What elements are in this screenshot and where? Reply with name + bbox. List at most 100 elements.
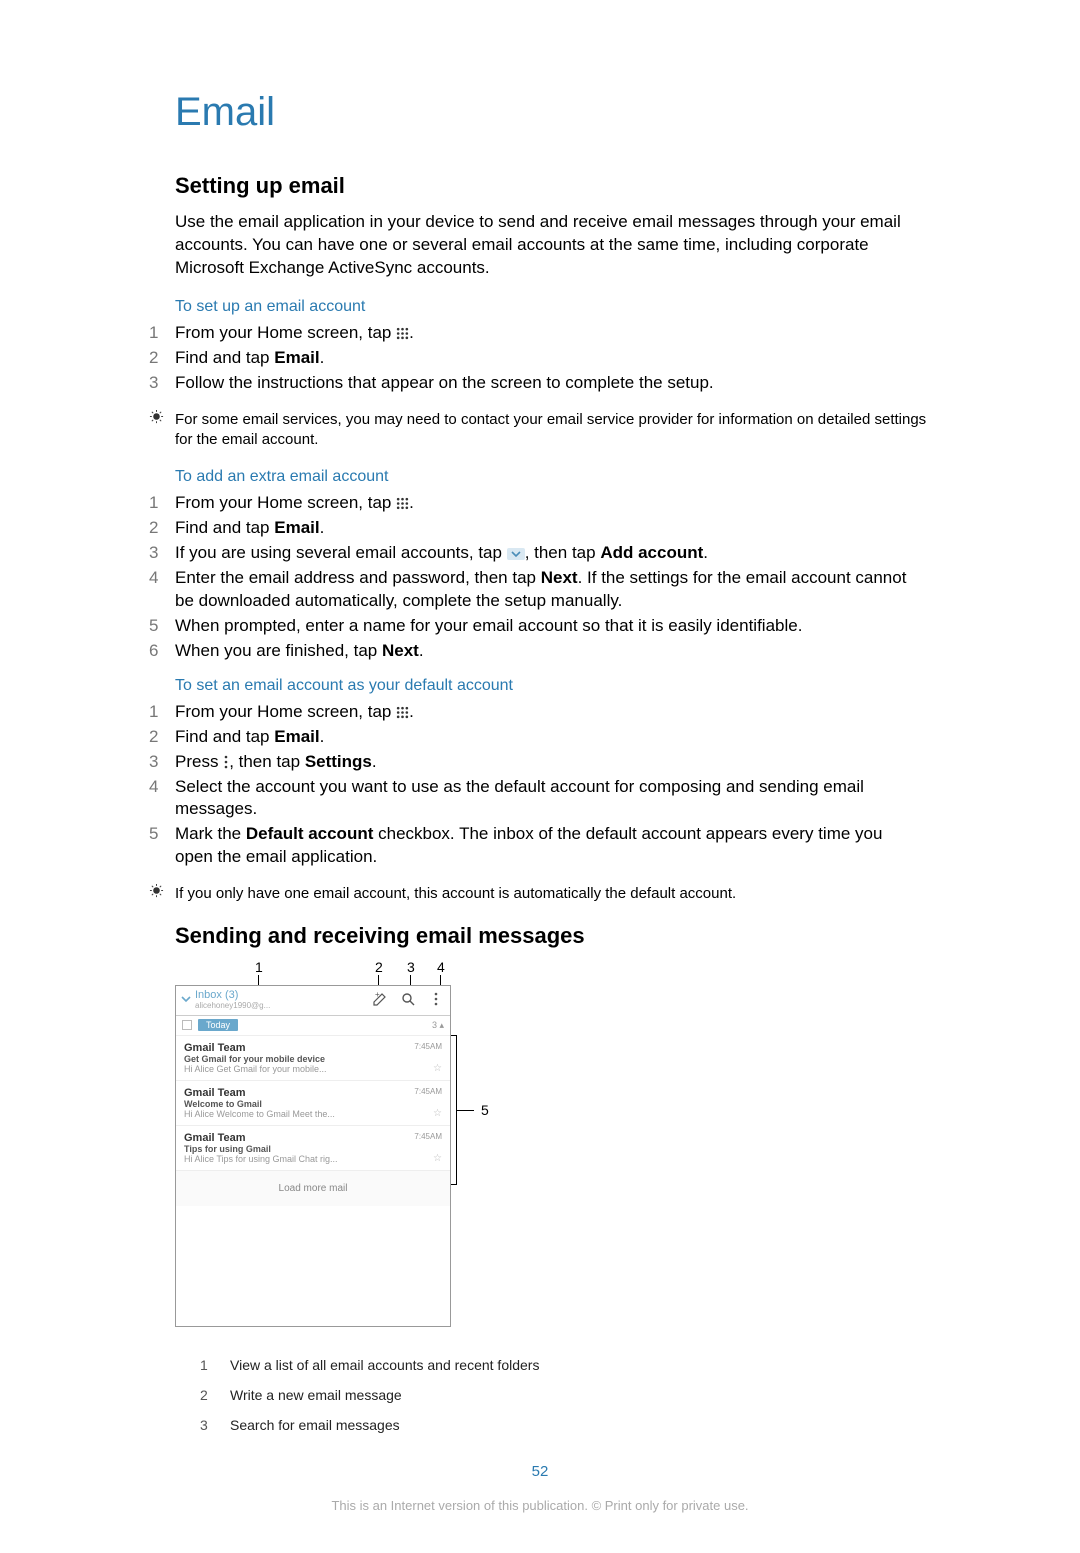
- email-time: 7:45AM: [414, 1042, 442, 1051]
- page-title: Email: [175, 90, 960, 135]
- email-time: 7:45AM: [414, 1132, 442, 1141]
- step-text: When prompted, enter a name for your ema…: [175, 615, 907, 638]
- step: 2 Find and tap Email.: [147, 517, 907, 540]
- step: 3 Follow the instructions that appear on…: [147, 372, 907, 395]
- sub2: To add an extra email account: [175, 468, 960, 486]
- email-from: Gmail Team: [184, 1132, 442, 1144]
- sending-heading: Sending and receiving email messages: [175, 923, 960, 949]
- overflow-button[interactable]: [422, 991, 450, 1010]
- legend-table: 1 View a list of all email accounts and …: [200, 1357, 960, 1433]
- step: 5 Mark the Default account checkbox. The…: [147, 823, 907, 869]
- side-callout-5: 5: [451, 1035, 489, 1185]
- setup-heading: Setting up email: [175, 173, 960, 199]
- load-more-button[interactable]: Load more mail: [176, 1171, 450, 1206]
- sub1-steps: 1 From your Home screen, tap . 2 Find an…: [147, 322, 907, 395]
- step: 1 From your Home screen, tap .: [147, 701, 907, 724]
- sub3: To set an email account as your default …: [175, 677, 960, 695]
- search-button[interactable]: [394, 991, 422, 1010]
- today-chip: Today: [198, 1019, 238, 1031]
- phone-with-callouts: 1 2 3 4 Inbox (3) alicehoney1990@g...: [175, 961, 451, 1327]
- email-subject: Get Gmail for your mobile device: [184, 1054, 442, 1064]
- sub3-title: To set an email account as your default …: [175, 677, 960, 695]
- step: 4 Select the account you want to use as …: [147, 776, 907, 822]
- step-num: 5: [147, 823, 175, 846]
- step-text: When you are finished, tap Next.: [175, 640, 907, 663]
- email-item[interactable]: Gmail Team Welcome to Gmail Hi Alice Wel…: [176, 1081, 450, 1126]
- account-text: Inbox (3) alicehoney1990@g...: [195, 990, 270, 1010]
- email-preview: Hi Alice Welcome to Gmail Meet the...: [184, 1109, 442, 1119]
- figure: 1 2 3 4 Inbox (3) alicehoney1990@g...: [175, 961, 960, 1327]
- tip-text: If you only have one email account, this…: [175, 883, 927, 904]
- legend-text: View a list of all email accounts and re…: [230, 1357, 539, 1373]
- callout-2: 2: [375, 959, 383, 975]
- compose-button[interactable]: +: [366, 991, 394, 1010]
- legend-num: 3: [200, 1417, 230, 1433]
- callout-5: 5: [481, 1102, 489, 1118]
- step-text: Find and tap Email.: [175, 517, 907, 540]
- setup-intro: Use the email application in your device…: [175, 211, 915, 280]
- step-num: 1: [147, 492, 175, 515]
- email-subject: Tips for using Gmail: [184, 1144, 442, 1154]
- star-icon[interactable]: ☆: [433, 1153, 442, 1164]
- legend-row: 2 Write a new email message: [200, 1387, 960, 1403]
- email-from: Gmail Team: [184, 1042, 442, 1054]
- step-text: Press , then tap Settings.: [175, 751, 907, 774]
- tip: If you only have one email account, this…: [147, 883, 927, 904]
- tip: For some email services, you may need to…: [147, 409, 927, 451]
- page: Email Setting up email Use the email app…: [0, 0, 1080, 1553]
- step-num: 1: [147, 322, 175, 345]
- account-sub: alicehoney1990@g...: [195, 1001, 270, 1010]
- email-subject: Welcome to Gmail: [184, 1099, 442, 1109]
- section-setup: Setting up email Use the email applicati…: [175, 173, 960, 316]
- section-sending: Sending and receiving email messages: [175, 923, 960, 949]
- step-num: 4: [147, 567, 175, 590]
- select-all-checkbox[interactable]: [182, 1020, 192, 1030]
- tip-bulb-icon: [147, 409, 175, 429]
- step-num: 3: [147, 372, 175, 395]
- legend-num: 1: [200, 1357, 230, 1373]
- step-text: Find and tap Email.: [175, 347, 907, 370]
- sub1-title: To set up an email account: [175, 298, 960, 316]
- email-item[interactable]: Gmail Team Tips for using Gmail Hi Alice…: [176, 1126, 450, 1171]
- email-from: Gmail Team: [184, 1087, 442, 1099]
- callout-4: 4: [437, 959, 445, 975]
- inbox-dropdown-icon: [507, 543, 525, 562]
- account-dropdown[interactable]: Inbox (3) alicehoney1990@g...: [176, 990, 366, 1010]
- step: 6 When you are finished, tap Next.: [147, 640, 907, 663]
- legend-text: Search for email messages: [230, 1417, 400, 1433]
- step-num: 4: [147, 776, 175, 799]
- legend-row: 3 Search for email messages: [200, 1417, 960, 1433]
- step-text: Find and tap Email.: [175, 726, 907, 749]
- step-num: 1: [147, 701, 175, 724]
- step-num: 5: [147, 615, 175, 638]
- step: 2 Find and tap Email.: [147, 726, 907, 749]
- legend-num: 2: [200, 1387, 230, 1403]
- step-text: Select the account you want to use as th…: [175, 776, 907, 822]
- step-text: Follow the instructions that appear on t…: [175, 372, 907, 395]
- step-text: From your Home screen, tap .: [175, 701, 907, 724]
- step: 3 If you are using several email account…: [147, 542, 907, 565]
- star-icon[interactable]: ☆: [433, 1108, 442, 1119]
- step-text: Mark the Default account checkbox. The i…: [175, 823, 907, 869]
- step: 2 Find and tap Email.: [147, 347, 907, 370]
- step: 1 From your Home screen, tap .: [147, 322, 907, 345]
- sub3-steps: 1 From your Home screen, tap . 2 Find an…: [147, 701, 907, 870]
- step: 5 When prompted, enter a name for your e…: [147, 615, 907, 638]
- app-grid-icon: [396, 702, 409, 721]
- step: 3 Press , then tap Settings.: [147, 751, 907, 774]
- disclaimer: This is an Internet version of this publ…: [120, 1498, 960, 1513]
- star-icon[interactable]: ☆: [433, 1063, 442, 1074]
- page-number: 52: [120, 1463, 960, 1480]
- step-num: 6: [147, 640, 175, 663]
- top-callouts: 1 2 3 4: [175, 961, 451, 985]
- sub2-steps: 1 From your Home screen, tap . 2 Find an…: [147, 492, 907, 663]
- step-text: From your Home screen, tap .: [175, 322, 907, 345]
- email-preview: Hi Alice Tips for using Gmail Chat rig..…: [184, 1154, 442, 1164]
- app-grid-icon: [396, 323, 409, 342]
- email-item[interactable]: Gmail Team Get Gmail for your mobile dev…: [176, 1036, 450, 1081]
- email-time: 7:45AM: [414, 1087, 442, 1096]
- chevron-down-icon: [180, 994, 192, 1007]
- step-text: If you are using several email accounts,…: [175, 542, 907, 565]
- tip-text: For some email services, you may need to…: [175, 409, 927, 451]
- today-header: Today 3 ▴: [176, 1016, 450, 1036]
